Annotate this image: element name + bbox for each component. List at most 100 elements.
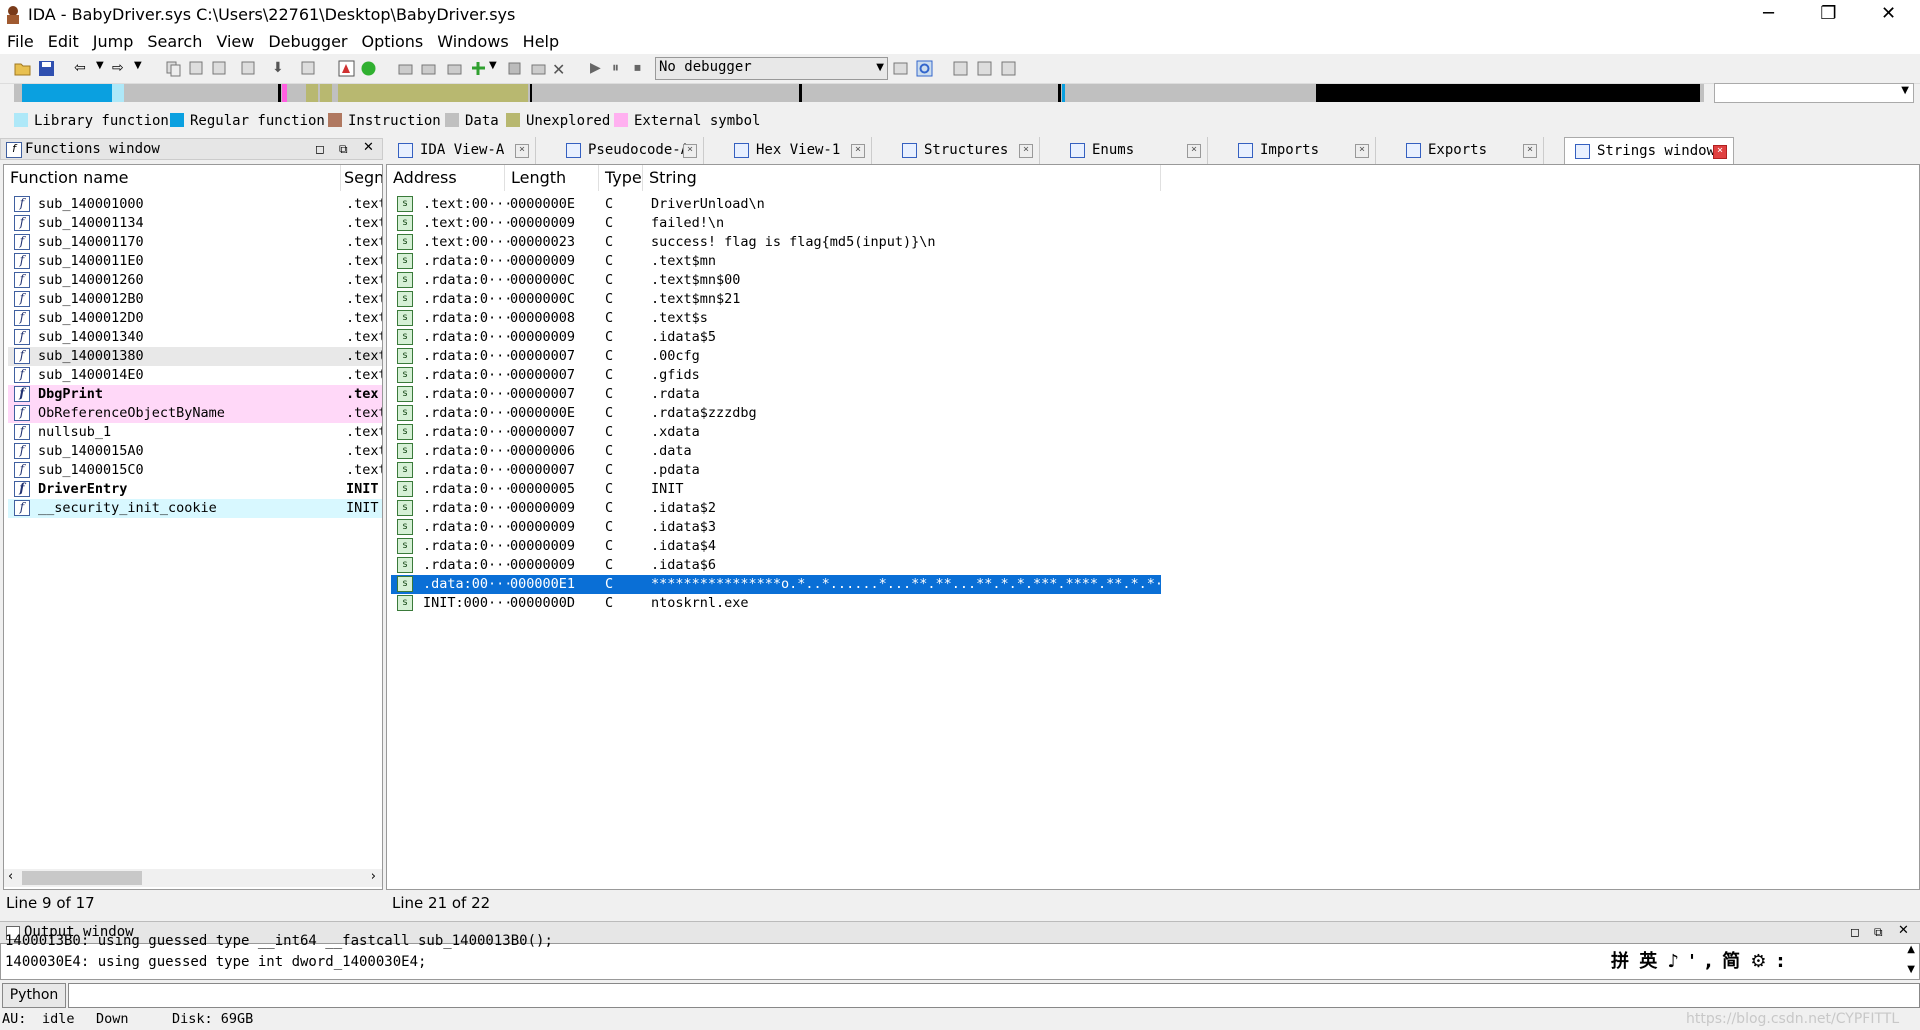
menu-options[interactable]: Options [355, 30, 431, 51]
tab-close-icon[interactable]: × [851, 144, 865, 158]
dock-window-icon[interactable]: ⧉ [1874, 925, 1883, 940]
close-x-icon[interactable]: ✕ [552, 60, 569, 79]
close-pane-icon[interactable]: ✕ [363, 140, 374, 155]
back-arrow-icon[interactable]: ⇦ [74, 60, 91, 77]
string-row[interactable]: s .rdata:0··· 0000000E C .rdata$zzzdbg [391, 404, 1161, 423]
menu-windows[interactable]: Windows [430, 30, 515, 51]
menu-debugger[interactable]: Debugger [261, 30, 354, 51]
forward-dropdown-icon[interactable]: ▼ [134, 60, 151, 77]
string-row[interactable]: s .rdata:0··· 00000009 C .text$mn [391, 252, 1161, 271]
scroll-down-icon[interactable]: ▼ [1907, 964, 1915, 975]
close-pane-icon[interactable]: ✕ [1898, 923, 1909, 938]
menu-search[interactable]: Search [140, 30, 209, 51]
text-search-icon[interactable] [211, 60, 228, 77]
scrollbar-thumb[interactable] [22, 871, 142, 885]
forward-arrow-icon[interactable]: ⇨ [112, 60, 129, 77]
string-row[interactable]: s .rdata:0··· 00000009 C .idata$3 [391, 518, 1161, 537]
string-row[interactable]: s .rdata:0··· 00000007 C .rdata [391, 385, 1161, 404]
column-type[interactable]: Type [599, 165, 643, 191]
function-row[interactable]: f sub_140001340 .text [8, 328, 382, 347]
green-circle-icon[interactable] [360, 60, 377, 77]
down-arrow-icon[interactable]: ⬇ [272, 60, 289, 77]
string-row[interactable]: s .data:00··· 000000E1 C ****************o.*… [391, 575, 1179, 594]
function-row[interactable]: f sub_140001170 .text [8, 233, 382, 252]
breakpoint-icon[interactable] [1000, 60, 1017, 77]
string-row[interactable]: s .text:00··· 00000023 Csuccess! flag is fl… [391, 233, 1161, 252]
column-segment[interactable]: Segn [341, 165, 382, 191]
tab-enums[interactable]: Enums × [1060, 137, 1208, 164]
string-row[interactable]: s .rdata:0··· 00000009 C .idata$2 [391, 499, 1161, 518]
tab-hex-view-1[interactable]: Hex View-1 × [724, 137, 872, 164]
menu-view[interactable]: View [209, 30, 261, 51]
string-row[interactable]: s .text:00··· 00000009 Cfailed!\n [391, 214, 1161, 233]
refresh-icon[interactable] [916, 60, 933, 77]
add-dropdown-icon[interactable]: ▼ [489, 60, 506, 77]
close-button[interactable]: ✕ [1860, 0, 1917, 30]
dock-window-icon[interactable]: ⧉ [339, 142, 348, 157]
open-folder-icon[interactable] [14, 60, 31, 77]
function-row[interactable]: f ObReferenceObjectByName .text [8, 404, 382, 423]
function-row[interactable]: f sub_140001260 .text [8, 271, 382, 290]
output-log[interactable]: 1400013B0: using guessed type __int64 __… [0, 933, 1920, 980]
menu-help[interactable]: Help [516, 30, 566, 51]
string-row[interactable]: s .rdata:0··· 0000000C C .text$mn$21 [391, 290, 1161, 309]
structure-icon[interactable] [420, 60, 437, 77]
column-address[interactable]: Address [387, 165, 505, 191]
function-row[interactable]: f sub_1400015C0 .text [8, 461, 382, 480]
function-row[interactable]: f nullsub_1 .text [8, 423, 382, 442]
jump-icon[interactable] [506, 60, 523, 77]
function-row[interactable]: f sub_1400012B0 .text [8, 290, 382, 309]
column-function-name[interactable]: Function name [4, 165, 341, 191]
copy-icon[interactable] [165, 60, 182, 77]
string-row[interactable]: s .rdata:0··· 00000009 C .idata$6 [391, 556, 1161, 575]
add-icon[interactable] [470, 60, 487, 77]
binary-search-icon[interactable] [188, 60, 205, 77]
stop-icon[interactable]: ⏹ [634, 60, 651, 77]
tab-close-icon[interactable]: × [1355, 144, 1369, 158]
string-row[interactable]: s .rdata:0··· 00000007 C .xdata [391, 423, 1161, 442]
function-row[interactable]: f sub_140001134 .text [8, 214, 382, 233]
scroll-right-icon[interactable]: › [371, 869, 376, 884]
function-row[interactable]: f sub_1400015A0 .text [8, 442, 382, 461]
string-row[interactable]: s .rdata:0··· 00000007 C .gfids [391, 366, 1161, 385]
function-row[interactable]: f sub_140001000 .text [8, 195, 382, 214]
tab-close-icon[interactable]: × [1523, 144, 1537, 158]
string-row[interactable]: s .rdata:0··· 00000007 C .00cfg [391, 347, 1161, 366]
xrefs-icon[interactable] [300, 60, 317, 77]
tab-close-icon[interactable]: × [1187, 144, 1201, 158]
debugger-select[interactable]: No debugger ▼ [655, 57, 888, 80]
tab-pseudocode-a[interactable]: Pseudocode-A × [556, 137, 704, 164]
ime-toolbar[interactable]: 拼 英 ♪ ' , 简 ⚙ : [1611, 947, 1787, 973]
search-next-icon[interactable] [240, 60, 257, 77]
patch-icon[interactable] [397, 60, 414, 77]
string-row[interactable]: s .rdata:0··· 00000008 C .text$s [391, 309, 1161, 328]
string-row[interactable]: s .rdata:0··· 00000009 C .idata$5 [391, 328, 1161, 347]
back-dropdown-icon[interactable]: ▼ [96, 60, 113, 77]
string-row[interactable]: s .rdata:0··· 0000000C C .text$mn$00 [391, 271, 1161, 290]
python-command-input[interactable] [68, 983, 1920, 1008]
function-row[interactable]: f __security_init_cookie INIT [8, 499, 382, 518]
thread-icon[interactable] [976, 60, 993, 77]
horizontal-scrollbar[interactable]: ‹ › [4, 869, 382, 887]
tab-close-icon[interactable]: × [683, 144, 697, 158]
menu-edit[interactable]: Edit [41, 30, 86, 51]
process-icon[interactable] [952, 60, 969, 77]
float-window-icon[interactable]: ◻ [1850, 925, 1860, 939]
column-string[interactable]: String [643, 165, 1161, 191]
float-window-icon[interactable]: ◻ [315, 142, 325, 156]
scroll-up-icon[interactable]: ▲ [1907, 944, 1915, 955]
graph-icon[interactable] [338, 60, 355, 77]
function-row[interactable]: f sub_1400011E0 .text [8, 252, 382, 271]
function-row[interactable]: f sub_1400014E0 .text [8, 366, 382, 385]
nav-combo[interactable]: ▼ [1714, 83, 1914, 103]
scroll-left-icon[interactable]: ‹ [8, 869, 13, 884]
tab-structures[interactable]: Structures × [892, 137, 1040, 164]
tab-ida-view-a[interactable]: IDA View-A × [388, 137, 536, 164]
tab-close-icon[interactable]: × [1019, 144, 1033, 158]
string-row[interactable]: s .text:00··· 0000000E C DriverUnload\n [391, 195, 1161, 214]
navigation-band[interactable] [14, 84, 1704, 102]
pause-icon[interactable]: ⏸ [612, 60, 629, 77]
string-row[interactable]: s .rdata:0··· 00000005 C INIT [391, 480, 1161, 499]
python-button[interactable]: Python [2, 983, 66, 1008]
string-row[interactable]: s INIT:000··· 0000000D Cntoskrnl.exe [391, 594, 1161, 613]
